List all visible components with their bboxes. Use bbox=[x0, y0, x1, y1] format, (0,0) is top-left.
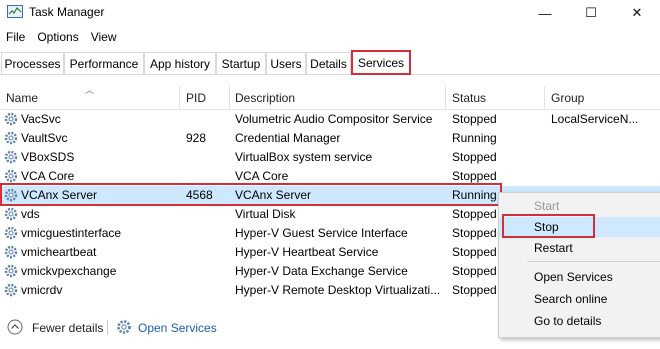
tab-startup[interactable]: Startup bbox=[216, 52, 266, 74]
title-bar: Task Manager — ☐ ✕ bbox=[0, 0, 660, 26]
gear-icon bbox=[4, 188, 18, 202]
fewer-details-link[interactable]: Fewer details bbox=[32, 321, 103, 335]
tab-processes[interactable]: Processes bbox=[1, 52, 64, 74]
service-name: VacSvc bbox=[21, 112, 61, 126]
tab-users[interactable]: Users bbox=[266, 52, 306, 74]
gear-icon bbox=[4, 264, 18, 278]
column-divider[interactable] bbox=[229, 86, 230, 110]
service-name: vmicguestinterface bbox=[21, 226, 122, 240]
column-divider[interactable] bbox=[544, 86, 545, 110]
column-group[interactable]: Group bbox=[551, 91, 584, 105]
service-name: VCA Core bbox=[21, 169, 75, 183]
service-name: vmicrdv bbox=[21, 283, 63, 297]
service-name: VBoxSDS bbox=[21, 150, 75, 164]
menu-open-services[interactable]: Open Services bbox=[499, 267, 660, 287]
service-status: Running bbox=[452, 131, 497, 145]
chevron-up-circle-icon[interactable] bbox=[7, 319, 23, 335]
service-pid: 928 bbox=[186, 131, 207, 145]
menu-view[interactable]: View bbox=[85, 27, 123, 49]
column-divider[interactable] bbox=[445, 86, 446, 110]
table-row[interactable]: VCA Core VCA Core Stopped bbox=[0, 167, 660, 186]
service-description: Volumetric Audio Compositor Service bbox=[235, 112, 433, 126]
gear-icon bbox=[4, 150, 18, 164]
menu-options[interactable]: Options bbox=[31, 27, 84, 49]
service-name: VCAnx Server bbox=[21, 188, 98, 202]
gear-icon bbox=[4, 207, 18, 221]
footer-divider bbox=[107, 320, 108, 335]
service-description: Hyper-V Data Exchange Service bbox=[235, 264, 408, 278]
service-status: Stopped bbox=[452, 150, 497, 164]
service-name: vds bbox=[21, 207, 40, 221]
task-manager-icon bbox=[7, 5, 23, 18]
service-description: VirtualBox system service bbox=[235, 150, 373, 164]
column-divider[interactable] bbox=[179, 86, 180, 110]
menu-search-online[interactable]: Search online bbox=[499, 289, 660, 309]
tab-app-history[interactable]: App history bbox=[144, 52, 216, 74]
gear-icon bbox=[4, 226, 18, 240]
open-services-link[interactable]: Open Services bbox=[138, 321, 217, 335]
table-row[interactable]: VacSvc Volumetric Audio Compositor Servi… bbox=[0, 110, 660, 129]
service-description: Credential Manager bbox=[235, 131, 341, 145]
menu-stop[interactable]: Stop bbox=[499, 217, 660, 237]
service-status: Stopped bbox=[452, 112, 497, 126]
service-status: Stopped bbox=[452, 169, 497, 183]
column-header-row: ︿ Name PID Description Status Group bbox=[0, 85, 660, 110]
gear-icon bbox=[117, 320, 131, 334]
service-name: vmickvpexchange bbox=[21, 264, 117, 278]
tab-performance[interactable]: Performance bbox=[64, 52, 144, 74]
tab-bar: Processes Performance App history Startu… bbox=[0, 50, 660, 75]
service-description: VCAnx Server bbox=[235, 188, 312, 202]
gear-icon bbox=[4, 169, 18, 183]
minimize-button[interactable]: — bbox=[522, 0, 568, 26]
service-description: Hyper-V Remote Desktop Virtualizati... bbox=[235, 283, 441, 297]
menu-start: Start bbox=[534, 199, 560, 213]
service-description: VCA Core bbox=[235, 169, 289, 183]
gear-icon bbox=[4, 131, 18, 145]
service-name: vmicheartbeat bbox=[21, 245, 97, 259]
service-description: Hyper-V Heartbeat Service bbox=[235, 245, 379, 259]
column-description[interactable]: Description bbox=[235, 91, 295, 105]
tab-services[interactable]: Services bbox=[351, 50, 411, 75]
service-group: LocalServiceN... bbox=[551, 112, 639, 126]
sort-up-icon: ︿ bbox=[85, 85, 95, 95]
column-pid[interactable]: PID bbox=[186, 91, 206, 105]
menu-file[interactable]: File bbox=[0, 27, 31, 49]
gear-icon bbox=[4, 112, 18, 126]
tab-details[interactable]: Details bbox=[306, 52, 351, 74]
service-description: Virtual Disk bbox=[235, 207, 296, 221]
menu-bar: File Options View bbox=[0, 27, 660, 49]
table-row[interactable]: VaultSvc 928 Credential Manager Running bbox=[0, 129, 660, 148]
service-name: VaultSvc bbox=[21, 131, 68, 145]
table-row[interactable]: VBoxSDS VirtualBox system service Stoppe… bbox=[0, 148, 660, 167]
footer: Fewer details Open Services bbox=[0, 315, 660, 349]
service-pid: 4568 bbox=[186, 188, 213, 202]
gear-icon bbox=[4, 283, 18, 297]
window-title: Task Manager bbox=[29, 5, 105, 19]
column-name[interactable]: Name bbox=[6, 91, 38, 105]
gear-icon bbox=[4, 245, 18, 259]
maximize-button[interactable]: ☐ bbox=[568, 0, 614, 26]
close-button[interactable]: ✕ bbox=[614, 0, 660, 26]
menu-separator bbox=[527, 261, 660, 262]
service-description: Hyper-V Guest Service Interface bbox=[235, 226, 408, 240]
column-status[interactable]: Status bbox=[452, 91, 486, 105]
menu-restart[interactable]: Restart bbox=[499, 238, 660, 258]
